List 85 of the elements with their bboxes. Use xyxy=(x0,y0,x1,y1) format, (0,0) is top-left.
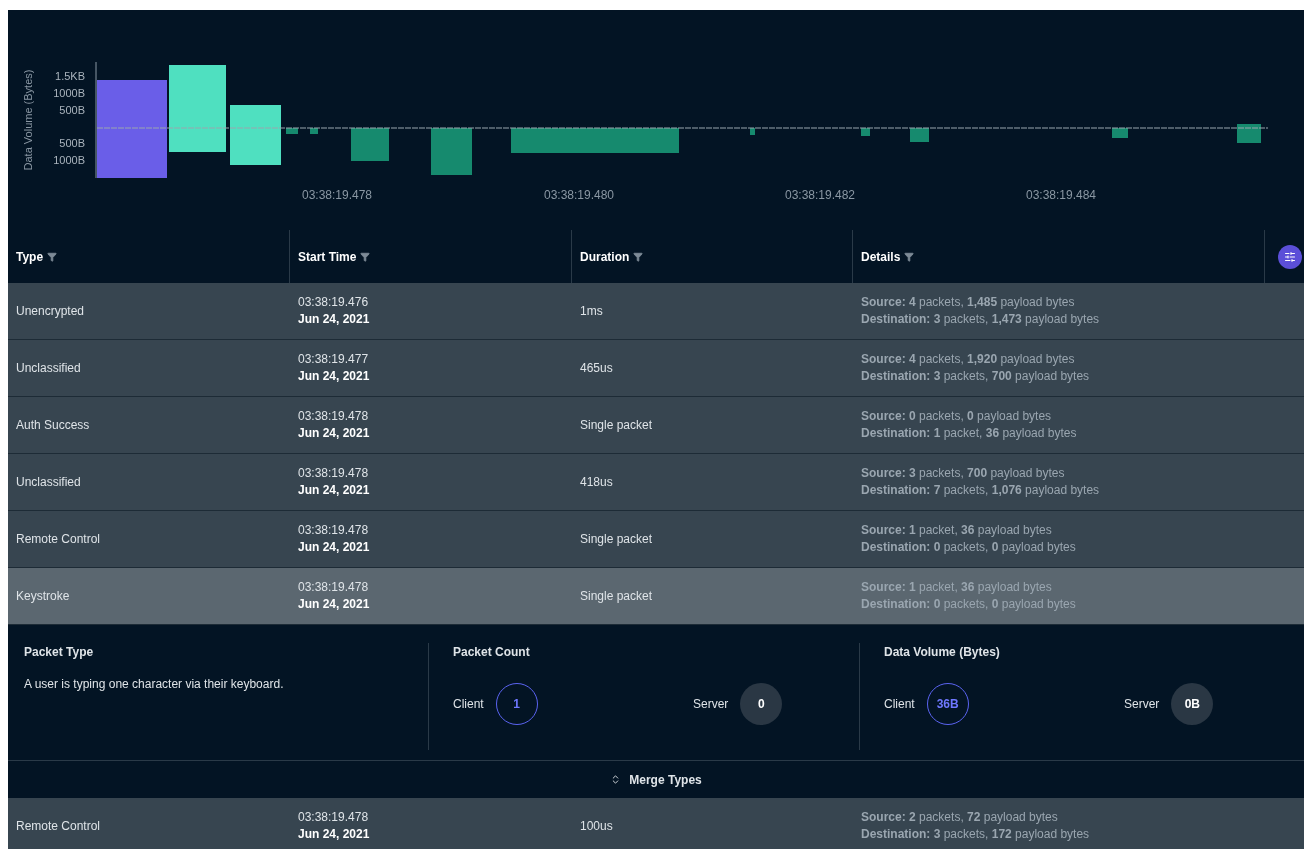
settings-button[interactable] xyxy=(1278,244,1302,269)
source-text: Source: 2 packets, 72 payload bytes xyxy=(861,809,1058,826)
source-text: Source: 4 packets, 1,485 payload bytes xyxy=(861,294,1075,311)
table-cell: 418us xyxy=(580,475,613,489)
table-cell: 1ms xyxy=(580,304,603,318)
tick-label: 1000B xyxy=(53,154,85,166)
source-text: Source: 3 packets, 700 payload bytes xyxy=(861,465,1065,482)
table-row[interactable]: Keystroke 03:38:19.478 Jun 24, 2021 Single packet Source: 1 packet, 36 payload bytes Destination: 0 packets, 0 payload bytes xyxy=(8,568,1304,625)
filter-icon[interactable] xyxy=(633,251,644,262)
destination-text: Destination: 7 packets, 1,076 payload bytes xyxy=(861,482,1100,499)
filter-icon[interactable] xyxy=(47,251,58,262)
date-text: Jun 24, 2021 xyxy=(298,482,370,499)
sliders-icon xyxy=(1284,250,1296,263)
destination-text: Destination: 0 packets, 0 payload bytes xyxy=(861,596,1076,613)
table-cell: Unencrypted xyxy=(16,304,85,318)
tick-label: 03:38:19.480 xyxy=(543,188,615,202)
table-cell: Keystroke xyxy=(16,589,70,603)
section-title: Data Volume (Bytes) xyxy=(884,644,1001,661)
destination-text: Destination: 0 packets, 0 payload bytes xyxy=(861,539,1076,556)
stat-label: Server xyxy=(693,696,729,713)
merge-types-button[interactable]: Merge Types xyxy=(610,770,702,789)
stat-label: Server xyxy=(1124,696,1160,713)
filter-icon[interactable] xyxy=(360,251,371,262)
volume-bar xyxy=(861,128,870,136)
section-title: Packet Type xyxy=(24,644,95,661)
destination-text: Destination: 3 packets, 700 payload bytes xyxy=(861,368,1090,385)
source-text: Source: 0 packets, 0 payload bytes xyxy=(861,408,1052,425)
volume-bar xyxy=(750,128,755,135)
filter-icon[interactable] xyxy=(904,251,915,262)
tick-label: 03:38:19.482 xyxy=(784,188,856,202)
volume-bar xyxy=(431,128,472,175)
volume-bar xyxy=(310,128,318,134)
date-text: Jun 24, 2021 xyxy=(298,596,370,613)
count-badge: 0B xyxy=(1171,683,1214,725)
tick-label: 03:38:19.478 xyxy=(301,188,373,202)
tick-label: 1.5KB xyxy=(55,70,85,82)
stat-label: Client xyxy=(453,696,484,713)
tick-label: 1000B xyxy=(53,87,85,99)
date-text: Jun 24, 2021 xyxy=(298,368,370,385)
source-text: Source: 1 packet, 36 payload bytes xyxy=(861,579,1052,596)
table-row[interactable]: Auth Success 03:38:19.478 Jun 24, 2021 Single packet Source: 0 packets, 0 payload bytes Destination: 1 packet, 36 payload bytes xyxy=(8,397,1304,454)
tick-label: 03:38:19.484 xyxy=(1025,188,1097,202)
table-row[interactable]: Unencrypted 03:38:19.476 Jun 24, 2021 1ms Source: 4 packets, 1,485 payload bytes Destination: 3 packets, 1,473 payload bytes xyxy=(8,283,1304,340)
table-cell: Single packet xyxy=(580,532,653,546)
destination-text: Destination: 1 packet, 36 payload bytes xyxy=(861,425,1077,442)
volume-bar xyxy=(1237,124,1261,143)
date-text: Jun 24, 2021 xyxy=(298,311,370,328)
table-row[interactable]: Remote Control 03:38:19.478 Jun 24, 2021 100us Source: 2 packets, 72 payload bytes Destination: 3 packets, 172 payload bytes xyxy=(8,798,1304,849)
date-text: Jun 24, 2021 xyxy=(298,826,370,843)
table-cell: Single packet xyxy=(580,418,653,432)
tick-label: 500B xyxy=(59,137,85,149)
table-cell: 465us xyxy=(580,361,613,375)
tick-label: 500B xyxy=(59,104,85,116)
time-text: 03:38:19.478 xyxy=(298,522,369,539)
table-cell: Remote Control xyxy=(16,532,101,546)
count-badge: 0 xyxy=(740,683,783,725)
description-text: A user is typing one character via their keyboard. xyxy=(24,676,285,693)
time-text: 03:38:19.478 xyxy=(298,408,369,425)
time-text: 03:38:19.478 xyxy=(298,579,369,596)
axis-title: Data Volume (Bytes) xyxy=(22,69,34,171)
table-cell: Auth Success xyxy=(16,418,90,432)
volume-bar xyxy=(351,128,389,161)
table-cell: Remote Control xyxy=(16,819,101,833)
table-row[interactable]: Unclassified 03:38:19.477 Jun 24, 2021 465us Source: 4 packets, 1,920 payload bytes Destination: 3 packets, 700 payload bytes xyxy=(8,340,1304,397)
source-text: Source: 4 packets, 1,920 payload bytes xyxy=(861,351,1075,368)
time-text: 03:38:19.476 xyxy=(298,294,369,311)
time-text: 03:38:19.478 xyxy=(298,465,369,482)
destination-text: Destination: 3 packets, 172 payload bytes xyxy=(861,826,1090,843)
table-row[interactable]: Remote Control 03:38:19.478 Jun 24, 2021 Single packet Source: 1 packet, 36 payload bytes Destination: 0 packets, 0 payload bytes xyxy=(8,511,1304,568)
date-text: Jun 24, 2021 xyxy=(298,539,370,556)
section-title: Packet Count xyxy=(453,644,531,661)
table-row[interactable]: Unclassified 03:38:19.478 Jun 24, 2021 418us Source: 3 packets, 700 payload bytes Destination: 7 packets, 1,076 payload bytes xyxy=(8,454,1304,511)
volume-bar xyxy=(1112,128,1128,138)
destination-text: Destination: 3 packets, 1,473 payload bytes xyxy=(861,311,1100,328)
time-text: 03:38:19.477 xyxy=(298,351,369,368)
source-text: Source: 1 packet, 36 payload bytes xyxy=(861,522,1052,539)
table-cell: Single packet xyxy=(580,589,653,603)
volume-bar xyxy=(230,105,281,165)
stat-label: Client xyxy=(884,696,915,713)
time-text: 03:38:19.478 xyxy=(298,809,369,826)
table-cell: Unclassified xyxy=(16,361,81,375)
date-text: Jun 24, 2021 xyxy=(298,425,370,442)
volume-bar xyxy=(286,128,298,134)
table-cell: 100us xyxy=(580,819,613,833)
table-cell: Unclassified xyxy=(16,475,81,489)
